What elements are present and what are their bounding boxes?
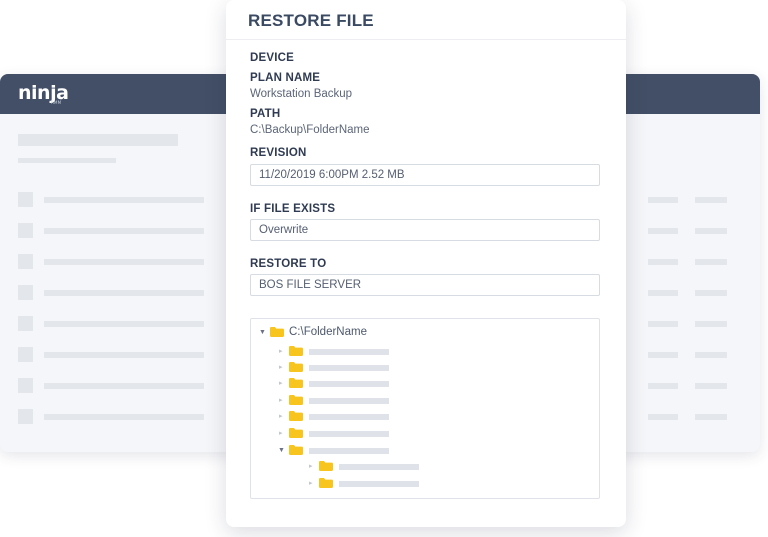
path-value: C:\Backup\FolderName [250, 124, 370, 136]
placeholder-row-checkbox [18, 254, 33, 269]
placeholder-row-cell [648, 383, 678, 389]
title-divider [226, 39, 626, 40]
placeholder-row-checkbox [18, 223, 33, 238]
tree-item-placeholder[interactable] [339, 481, 419, 487]
caret-right-icon[interactable]: ▸ [279, 413, 283, 421]
placeholder-row-text [44, 321, 204, 327]
placeholder-row-checkbox [18, 378, 33, 393]
placeholder-row-text [44, 228, 204, 234]
caret-right-icon[interactable]: ▸ [309, 480, 313, 488]
dialog-title: RESTORE FILE [248, 11, 374, 30]
placeholder-row-cell [695, 259, 727, 265]
restore-to-select[interactable]: BOS FILE SERVER [250, 274, 600, 296]
placeholder-row-cell [648, 228, 678, 234]
placeholder-row-cell [695, 228, 727, 234]
placeholder-row-cell [695, 321, 727, 327]
placeholder-row-cell [695, 197, 727, 203]
folder-icon [289, 395, 303, 405]
folder-icon [289, 346, 303, 356]
placeholder-row-text [44, 290, 204, 296]
folder-icon [319, 461, 333, 471]
caret-right-icon[interactable]: ▸ [279, 348, 283, 356]
path-label: PATH [250, 108, 281, 120]
tree-item-placeholder[interactable] [309, 349, 389, 355]
folder-icon [289, 445, 303, 455]
placeholder-row-cell [648, 259, 678, 265]
folder-icon [289, 378, 303, 388]
placeholder-row-cell [695, 383, 727, 389]
if-file-exists-select[interactable]: Overwrite [250, 219, 600, 241]
placeholder-row-cell [648, 197, 678, 203]
tree-item-placeholder[interactable] [309, 365, 389, 371]
placeholder-row-cell [648, 414, 678, 420]
caret-down-icon[interactable]: ▼ [278, 447, 285, 455]
restore-to-label: RESTORE TO [250, 258, 327, 270]
tree-item-placeholder[interactable] [309, 431, 389, 437]
plan-name-value: Workstation Backup [250, 88, 353, 100]
placeholder-row-cell [648, 352, 678, 358]
ninja-logo-subtext: RMM [51, 100, 62, 105]
tree-item-placeholder[interactable] [309, 398, 389, 404]
tree-item-placeholder[interactable] [339, 464, 419, 470]
placeholder-title [18, 134, 178, 146]
placeholder-row-checkbox [18, 192, 33, 207]
caret-right-icon[interactable]: ▸ [279, 397, 283, 405]
placeholder-row-text [44, 259, 204, 265]
placeholder-row-cell [695, 352, 727, 358]
folder-icon [289, 411, 303, 421]
folder-icon [270, 327, 284, 337]
placeholder-row-text [44, 414, 204, 420]
restore-file-dialog: RESTORE FILE DEVICE PLAN NAME Workstatio… [226, 0, 626, 527]
placeholder-row-checkbox [18, 285, 33, 300]
caret-right-icon[interactable]: ▸ [309, 463, 313, 471]
plan-name-label: PLAN NAME [250, 72, 321, 84]
tree-item-placeholder[interactable] [309, 381, 389, 387]
placeholder-row-checkbox [18, 347, 33, 362]
caret-right-icon[interactable]: ▸ [279, 364, 283, 372]
placeholder-row-cell [695, 414, 727, 420]
placeholder-row-text [44, 197, 204, 203]
folder-icon [289, 428, 303, 438]
tree-item-placeholder[interactable] [309, 414, 389, 420]
placeholder-subtitle [18, 158, 116, 163]
caret-right-icon[interactable]: ▸ [279, 430, 283, 438]
caret-down-icon[interactable]: ▼ [259, 329, 266, 337]
folder-icon [319, 478, 333, 488]
revision-field[interactable]: 11/20/2019 6:00PM 2.52 MB [250, 164, 600, 186]
placeholder-row-checkbox [18, 409, 33, 424]
caret-right-icon[interactable]: ▸ [279, 380, 283, 388]
if-file-exists-label: IF FILE EXISTS [250, 203, 336, 215]
tree-root-label[interactable]: C:\FolderName [289, 326, 367, 338]
placeholder-row-text [44, 352, 204, 358]
folder-tree[interactable]: ▼ C:\FolderName ▸ ▸ ▸ ▸ ▸ ▸ ▼ ▸ ▸ [250, 318, 600, 499]
placeholder-row-checkbox [18, 316, 33, 331]
placeholder-row-text [44, 383, 204, 389]
tree-item-placeholder[interactable] [309, 448, 389, 454]
revision-label: REVISION [250, 147, 307, 159]
folder-icon [289, 362, 303, 372]
placeholder-row-cell [695, 290, 727, 296]
placeholder-row-cell [648, 321, 678, 327]
placeholder-row-cell [648, 290, 678, 296]
device-label: DEVICE [250, 52, 295, 64]
